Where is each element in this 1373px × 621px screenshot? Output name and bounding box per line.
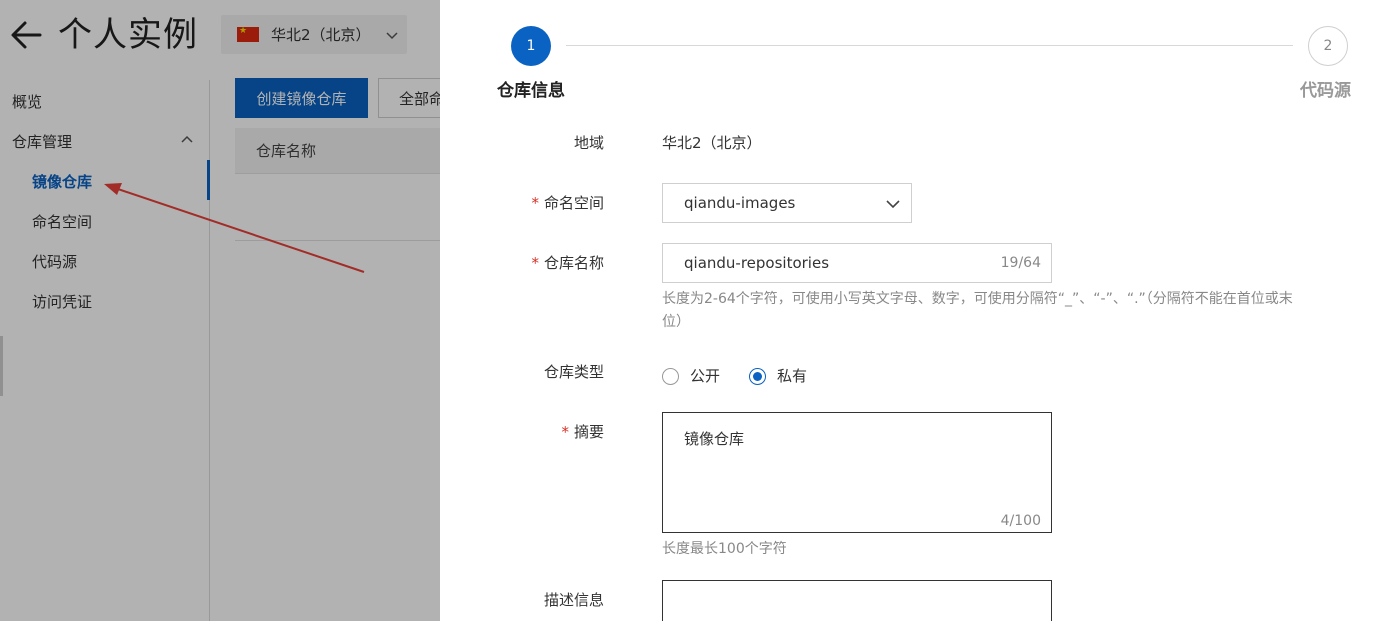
step-2-label: 代码源	[1300, 81, 1351, 101]
step-connector	[566, 45, 1293, 46]
step-2-circle: 2	[1308, 26, 1348, 66]
description-textarea[interactable]	[662, 580, 1052, 621]
repo-type-field-label: 仓库类型	[543, 363, 604, 381]
create-repo-drawer: 1 2 仓库信息 代码源 地域 华北2（北京） * 命名空间 qiandu-ima…	[440, 0, 1373, 621]
repo-name-char-counter: 19/64	[1000, 255, 1041, 271]
modal-overlay[interactable]	[0, 0, 440, 621]
radio-private[interactable]	[749, 368, 766, 385]
repo-name-input[interactable]: qiandu-repositories 19/64	[662, 243, 1052, 283]
summary-textarea[interactable]: 镜像仓库 4/100	[662, 412, 1052, 533]
step-1-label: 仓库信息	[497, 81, 565, 101]
radio-public[interactable]	[662, 368, 679, 385]
namespace-select[interactable]: qiandu-images	[662, 183, 912, 223]
summary-textarea-value: 镜像仓库	[684, 430, 745, 448]
required-mark: *	[531, 194, 539, 212]
summary-hint: 长度最长100个字符	[662, 541, 787, 557]
region-field-label: 地域	[573, 134, 604, 152]
summary-char-counter: 4/100	[1000, 513, 1041, 529]
summary-field-label: * 摘要	[561, 423, 604, 441]
chevron-down-icon	[886, 200, 900, 209]
repo-name-field-label: * 仓库名称	[531, 254, 604, 272]
step-indicator: 1 2 仓库信息 代码源	[440, 0, 1373, 110]
step-1-circle: 1	[511, 26, 551, 66]
repo-name-input-value: qiandu-repositories	[684, 254, 830, 272]
description-field-label: 描述信息	[543, 591, 604, 609]
region-field-value: 华北2（北京）	[662, 134, 762, 152]
required-mark: *	[561, 423, 569, 441]
radio-public-label[interactable]: 公开	[690, 365, 720, 387]
required-mark: *	[531, 254, 539, 272]
namespace-select-value: qiandu-images	[684, 194, 796, 212]
repo-name-hint: 长度为2-64个字符，可使用小写英文字母、数字，可使用分隔符“_”、“-”、“.…	[662, 291, 1293, 330]
radio-private-label[interactable]: 私有	[777, 365, 807, 387]
namespace-field-label: * 命名空间	[531, 194, 604, 212]
